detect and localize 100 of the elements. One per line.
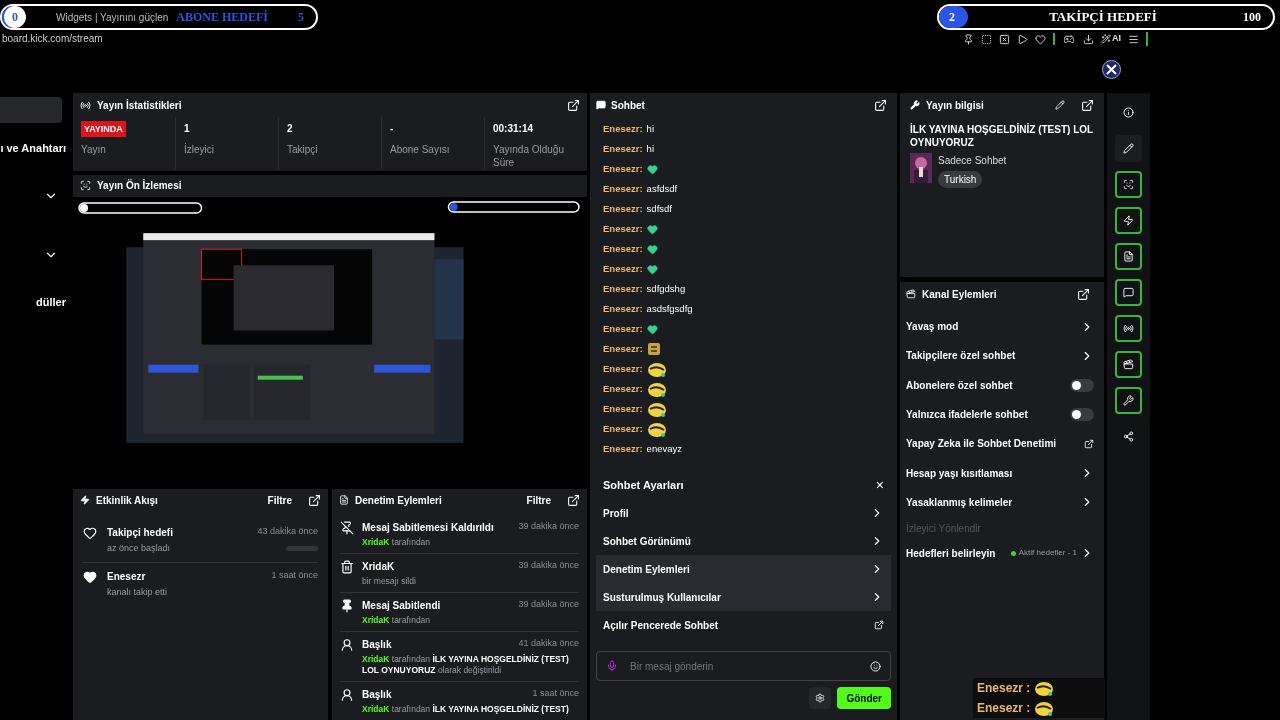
chat-username[interactable]: Enesezr: <box>603 281 643 297</box>
popout-icon[interactable] <box>308 493 321 507</box>
chat-username[interactable]: Enesezr: <box>603 261 643 277</box>
action-detail: bir mesajı sildi <box>362 576 417 587</box>
action-row[interactable]: Abonelere özel sohbet <box>906 370 1098 400</box>
action-row[interactable]: Hedefleri belirleyin Aktif hedefler - 1 <box>906 539 1098 568</box>
pin-icon[interactable] <box>963 33 974 45</box>
category-name[interactable]: Sadece Sohbet <box>938 153 1007 168</box>
action-title: XridaK <box>362 560 395 574</box>
action-detail: XridaK tarafından <box>362 537 432 548</box>
language-tag: Turkish <box>938 171 983 188</box>
chat-username[interactable]: Enesezr: <box>603 321 643 337</box>
action-row[interactable]: Hesap yaşı kısıtlaması <box>906 458 1098 488</box>
chat-username[interactable]: Enesezr: <box>603 341 643 357</box>
action-row[interactable]: Takipçilere özel sohbet <box>906 341 1098 371</box>
chat-username[interactable]: Enesezr: <box>603 301 643 317</box>
person-icon <box>340 638 354 652</box>
filter-button[interactable]: Filtre <box>267 492 292 508</box>
chat-username[interactable]: Enesezr: <box>603 201 643 217</box>
popout-icon[interactable] <box>1077 287 1090 301</box>
menu-icon[interactable] <box>1128 33 1139 45</box>
settings-item[interactable]: Denetim Eylemleri <box>596 555 891 583</box>
username-link[interactable]: XridaK <box>362 537 390 547</box>
crop-icon[interactable] <box>981 33 992 45</box>
event-detail: az önce başladı <box>107 542 171 555</box>
chat-username[interactable]: Enesezr: <box>603 421 643 437</box>
chat-username[interactable]: Enesezr: <box>603 181 643 197</box>
tool-button[interactable] <box>1115 135 1142 162</box>
popout-icon[interactable] <box>874 98 887 112</box>
tool-button[interactable] <box>1115 315 1142 342</box>
action-detail: XridaK tarafından <box>362 615 432 626</box>
action-row[interactable]: Yalnızca ifadelerle sohbet <box>906 399 1098 430</box>
popout-icon[interactable] <box>567 98 580 112</box>
settings-item[interactable]: Susturulmuş Kullanıcılar <box>596 583 891 611</box>
heart-emote-icon <box>646 263 658 275</box>
username-link[interactable]: XridaK <box>362 704 390 714</box>
chat-username[interactable]: Enesezr: <box>603 241 643 257</box>
unpin-icon <box>340 521 354 535</box>
chat-username[interactable]: Enesezr: <box>603 381 643 397</box>
send-button[interactable]: Gönder <box>837 687 891 709</box>
action-row[interactable]: Yasaklanmış kelimeler <box>906 487 1098 518</box>
toggle-switch[interactable] <box>1070 408 1094 422</box>
action-time: 39 dakika önce <box>518 598 579 611</box>
document-icon <box>1123 251 1134 262</box>
wrench-icon <box>910 100 920 110</box>
tool-button[interactable] <box>1115 279 1142 306</box>
tool-button[interactable] <box>1115 207 1142 234</box>
stat-label: İzleyici <box>184 143 215 156</box>
chat-username[interactable]: Enesezr: <box>603 141 643 157</box>
popout-icon[interactable] <box>1081 98 1094 112</box>
emoji-icon[interactable] <box>870 661 881 672</box>
stat-label: Abone Sayısı <box>390 143 451 156</box>
download-icon[interactable] <box>1083 33 1094 45</box>
event-detail: kanalı takip etti <box>107 585 168 599</box>
message-field[interactable]: Bir mesaj gönderin <box>596 651 891 681</box>
action-row[interactable]: Yavaş mod <box>906 312 1098 342</box>
browser-tab-title[interactable]: Widgets | Yayınını güçlen <box>56 9 169 25</box>
pencil-icon[interactable] <box>1055 100 1065 110</box>
chat-username[interactable]: Enesezr: <box>603 221 643 237</box>
settings-button[interactable] <box>809 687 832 709</box>
event-title: Enesezr <box>107 569 146 584</box>
close-button[interactable]: × <box>875 478 884 492</box>
chat-username[interactable]: Enesezr: <box>603 121 643 137</box>
chat-username[interactable]: Enesezr: <box>603 361 643 377</box>
stat-value: 00:31:14 <box>493 122 535 136</box>
tool-button[interactable] <box>1115 387 1142 414</box>
chat-username[interactable]: Enesezr: <box>603 161 643 177</box>
heart-icon[interactable] <box>1035 33 1046 45</box>
toggle-switch[interactable] <box>1070 378 1094 392</box>
document-icon <box>339 495 349 505</box>
username-link[interactable]: XridaK <box>362 654 390 664</box>
popout-icon[interactable] <box>567 493 580 507</box>
info-icon <box>1123 107 1134 118</box>
chat-username[interactable]: Enesezr: <box>603 401 643 417</box>
chat-message: hi <box>646 121 654 136</box>
filter-button[interactable]: Filtre <box>526 492 551 508</box>
chat-username[interactable]: Enesezr: <box>603 441 643 457</box>
username-link[interactable]: XridaK <box>362 615 390 625</box>
action-row[interactable]: Yapay Zeka ile Sohbet Denetimi <box>906 429 1098 459</box>
gamepad-icon[interactable] <box>1062 33 1076 45</box>
url-text[interactable]: board.kick.com/stream <box>2 31 103 46</box>
tool-button[interactable] <box>1115 351 1142 378</box>
event-time: 43 dakika önce <box>257 525 318 538</box>
stat-value: - <box>390 122 395 136</box>
stat-label: Takipçi <box>287 143 319 156</box>
action-title: Başlık <box>362 688 392 702</box>
close-box-icon[interactable] <box>999 33 1010 45</box>
heart-icon <box>83 526 97 540</box>
nav-item[interactable]: düller <box>0 287 66 317</box>
chat-message: asdsfgsdfg <box>646 301 693 316</box>
panel-title: Yayın İstatistikleri <box>97 98 182 113</box>
tool-button[interactable] <box>1115 171 1142 198</box>
nav-item[interactable]: ı ve Anahtarı <box>0 133 66 163</box>
ai-button[interactable]: AI <box>1101 32 1121 46</box>
tool-button[interactable] <box>1115 243 1142 270</box>
heart-emote-icon <box>646 323 658 335</box>
action-time: 1 saat önce <box>532 687 579 700</box>
play-icon[interactable] <box>1017 33 1028 45</box>
stat-label: Yayında Olduğu Süre <box>493 143 565 169</box>
status-text: Aktif hedefler - 1 <box>1018 547 1077 560</box>
